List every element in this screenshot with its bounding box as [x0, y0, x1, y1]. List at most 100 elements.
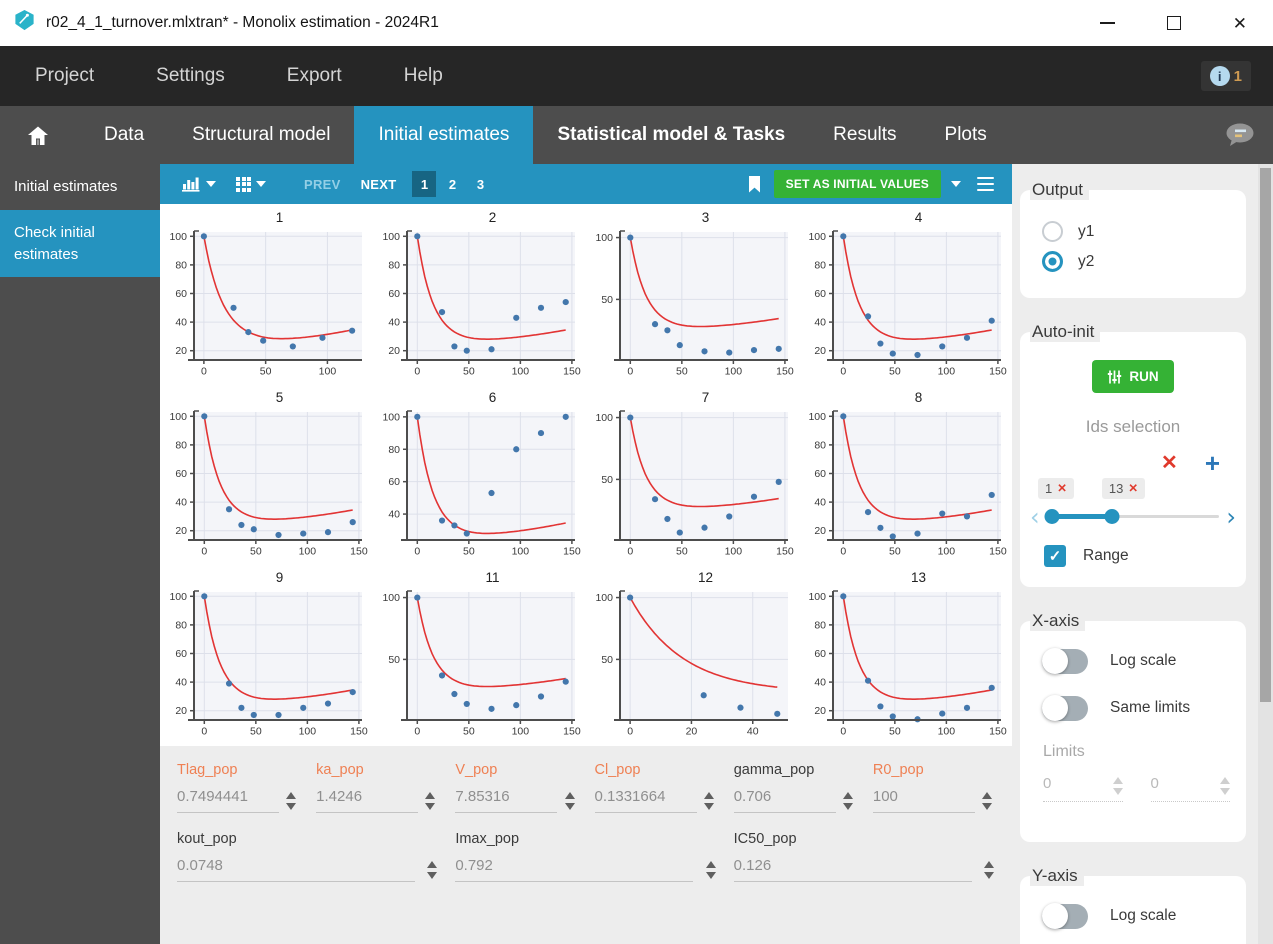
- chart-type-dropdown[interactable]: [182, 176, 216, 192]
- output-option-y1[interactable]: y1: [1042, 221, 1246, 242]
- subplot-8[interactable]: 8 0 50 100 150 20 40 60 80 100: [799, 386, 1012, 566]
- parameter-stepper[interactable]: [427, 861, 438, 879]
- output-option-y2[interactable]: y2: [1042, 251, 1246, 272]
- layout-grid-dropdown[interactable]: [236, 176, 266, 192]
- scrollbar-thumb[interactable]: [1260, 168, 1271, 702]
- slider-handle-max[interactable]: [1104, 509, 1120, 525]
- subplot-1[interactable]: 1 0 50 100 20 40 60 80 100: [160, 206, 373, 386]
- menu-hamburger-icon[interactable]: [977, 176, 994, 192]
- x-limit-max-input[interactable]: 0: [1150, 775, 1230, 802]
- subplot-9[interactable]: 9 0 50 100 150 20 40 60 80 100: [160, 566, 373, 746]
- run-button-label: RUN: [1129, 369, 1159, 384]
- page-numbers: 123: [412, 171, 492, 197]
- x-limit-max-stepper[interactable]: [1220, 776, 1230, 795]
- chat-bubble-icon[interactable]: [1223, 122, 1255, 149]
- subplot-7[interactable]: 7 0 50 100 150 50 100: [586, 386, 799, 566]
- subplot-12[interactable]: 12 0 20 40 50 100: [586, 566, 799, 746]
- parameter-value-input[interactable]: 1.4246: [316, 788, 419, 813]
- subplot-2[interactable]: 2 0 50 100 150 20 40 60 80 100: [373, 206, 586, 386]
- svg-text:150: 150: [989, 726, 1007, 738]
- page-button-1[interactable]: 1: [412, 171, 437, 197]
- slider-left-chevron-icon[interactable]: ‹: [1030, 505, 1040, 529]
- subplot-4[interactable]: 4 0 50 100 150 20 40 60 80 100: [799, 206, 1012, 386]
- remove-all-ids-icon[interactable]: ✕: [1161, 453, 1178, 474]
- y-log-scale-toggle[interactable]: [1042, 902, 1088, 929]
- parameter-stepper[interactable]: [705, 861, 716, 879]
- maximize-button-icon[interactable]: [1166, 16, 1181, 30]
- next-button[interactable]: NEXT: [361, 177, 397, 192]
- parameter-tlag-pop: Tlag_pop 0.7494441: [177, 762, 298, 813]
- tab-results[interactable]: Results: [809, 106, 920, 164]
- parameters-panel: Tlag_pop 0.7494441 ka_pop 1.4246 V_pop 7.8531…: [160, 746, 1012, 944]
- add-id-icon[interactable]: +: [1205, 450, 1220, 476]
- parameter-value-input[interactable]: 0.706: [733, 788, 836, 813]
- home-icon[interactable]: [26, 125, 50, 146]
- svg-text:150: 150: [776, 546, 794, 558]
- svg-text:100: 100: [595, 592, 613, 604]
- id-chip-1[interactable]: 1 ✕: [1038, 477, 1074, 499]
- slider-right-chevron-icon[interactable]: ›: [1226, 505, 1236, 529]
- parameter-value-input[interactable]: 0.126: [733, 857, 972, 882]
- svg-text:20: 20: [388, 345, 400, 357]
- parameter-stepper[interactable]: [703, 792, 714, 810]
- parameters-row-2: kout_pop 0.0748 Imax_pop 0.792 IC50_pop 0.126: [177, 831, 1012, 882]
- subplot-11[interactable]: 11 0 50 100 150 50 100: [373, 566, 586, 746]
- parameter-stepper[interactable]: [842, 792, 853, 810]
- set-values-dropdown-icon[interactable]: [951, 181, 961, 187]
- page-button-2[interactable]: 2: [440, 171, 464, 197]
- svg-text:0: 0: [201, 726, 207, 738]
- chip-remove-icon[interactable]: ✕: [1128, 481, 1138, 495]
- subplot-5[interactable]: 5 0 50 100 150 20 40 60 80 100: [160, 386, 373, 566]
- range-checkbox[interactable]: ✓: [1044, 544, 1066, 567]
- notification-badge[interactable]: i 1: [1200, 61, 1251, 91]
- parameter-stepper[interactable]: [982, 792, 993, 810]
- subplot-6[interactable]: 6 0 50 100 150 40 60 80 100: [373, 386, 586, 566]
- radio-icon[interactable]: [1042, 251, 1063, 272]
- parameter-stepper[interactable]: [564, 792, 575, 810]
- ids-range-slider[interactable]: [1044, 508, 1220, 525]
- menu-help[interactable]: Help: [404, 65, 443, 87]
- chip-remove-icon[interactable]: ✕: [1057, 481, 1067, 495]
- parameter-stepper[interactable]: [425, 792, 436, 810]
- parameter-ka-pop: ka_pop 1.4246: [316, 762, 437, 813]
- subplot-3[interactable]: 3 0 50 100 150 50 100: [586, 206, 799, 386]
- close-button-icon[interactable]: ✕: [1233, 15, 1247, 32]
- menu-project[interactable]: Project: [35, 65, 94, 87]
- tab-plots[interactable]: Plots: [921, 106, 1011, 164]
- tab-data[interactable]: Data: [80, 106, 168, 164]
- set-as-initial-values-button[interactable]: SET AS INITIAL VALUES: [773, 170, 941, 198]
- subplot-13[interactable]: 13 0 50 100 150 20 40 60 80 100: [799, 566, 1012, 746]
- x-same-limits-toggle[interactable]: [1042, 694, 1088, 721]
- menu-settings[interactable]: Settings: [156, 65, 225, 87]
- radio-icon[interactable]: [1042, 221, 1063, 242]
- page-button-3[interactable]: 3: [468, 171, 492, 197]
- tab-structural-model[interactable]: Structural model: [168, 106, 354, 164]
- slider-handle-min[interactable]: [1044, 509, 1060, 525]
- x-limit-max-value: 0: [1150, 775, 1230, 802]
- tab-statistical-model-tasks[interactable]: Statistical model & Tasks: [533, 106, 809, 164]
- run-button[interactable]: RUN: [1092, 360, 1174, 393]
- y-axis-section-title: Y-axis: [1030, 865, 1084, 886]
- minimize-button-icon[interactable]: [1099, 22, 1115, 24]
- parameter-value-input[interactable]: 0.7494441: [177, 788, 279, 813]
- vertical-scrollbar[interactable]: [1258, 164, 1273, 944]
- x-log-scale-toggle[interactable]: [1042, 647, 1088, 674]
- parameter-value-input[interactable]: 7.85316: [455, 788, 558, 813]
- parameter-value-input[interactable]: 0.0748: [177, 857, 415, 882]
- sidebar-item-check-initial-estimates[interactable]: Check initial estimates: [0, 209, 160, 278]
- parameter-value-input[interactable]: 0.1331664: [594, 788, 697, 813]
- plots-toolbar: PREV NEXT 123 SET AS INITIAL VALUES: [160, 164, 1012, 204]
- parameter-value-input[interactable]: 0.792: [455, 857, 694, 882]
- sidebar-item-initial-estimates[interactable]: Initial estimates: [0, 164, 160, 210]
- bookmark-icon[interactable]: [748, 175, 761, 193]
- parameter-stepper[interactable]: [286, 792, 297, 810]
- parameter-value-input[interactable]: 100: [872, 788, 975, 813]
- x-limit-min-input[interactable]: 0: [1043, 775, 1123, 802]
- parameter-stepper[interactable]: [983, 861, 994, 879]
- x-limit-min-stepper[interactable]: [1112, 776, 1123, 795]
- id-chip-13[interactable]: 13 ✕: [1101, 477, 1145, 499]
- chip-label: 1: [1045, 480, 1053, 496]
- menu-export[interactable]: Export: [287, 65, 342, 87]
- tab-initial-estimates[interactable]: Initial estimates: [354, 106, 534, 164]
- prev-button[interactable]: PREV: [304, 177, 341, 192]
